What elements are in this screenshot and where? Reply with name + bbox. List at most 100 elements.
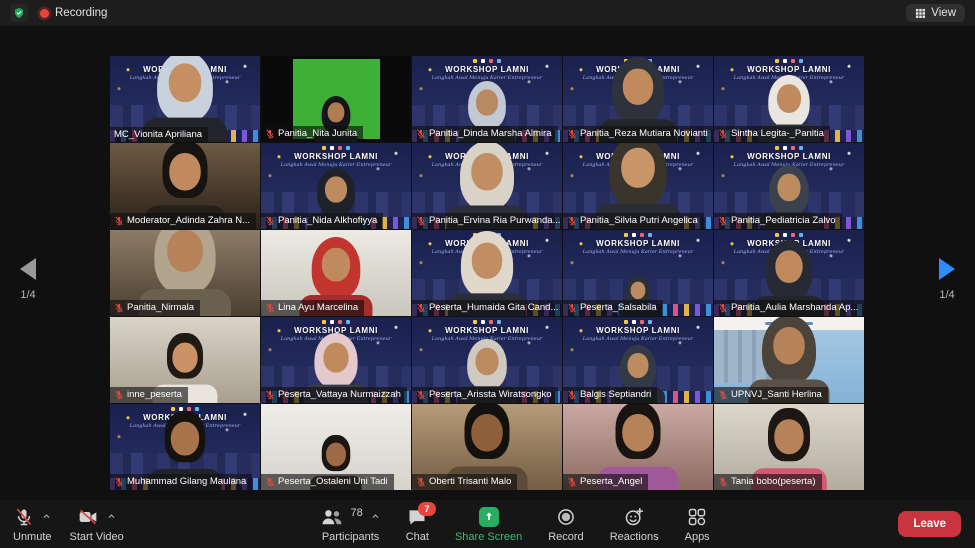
muted-mic-icon [416, 477, 426, 487]
avatar-face [322, 248, 350, 282]
name-tag: Panitia_Aulia Marshanda Ap... [714, 300, 864, 316]
muted-mic-icon [416, 303, 426, 313]
name-tag: Peserta_Angel [563, 474, 648, 490]
participant-name: Muhammad Gilang Maulana [127, 477, 246, 487]
participant-name: Peserta_Vattaya Nurmaizzah [278, 390, 401, 400]
participant-name: MC_Vionita Apriliana [114, 130, 202, 140]
muted-mic-icon [114, 477, 124, 487]
avatar-face [169, 63, 202, 102]
video-tile[interactable]: Panitia_Nirmala [110, 230, 260, 316]
top-bar: Recording View [0, 0, 975, 26]
name-tag: Peserta_Salsabila [563, 300, 663, 316]
virtual-bg-subtitle: Langkah Awal Menuju Karier Entrepreneur [563, 336, 713, 342]
security-shield-icon[interactable] [10, 4, 28, 22]
participant-name: Balgis Septiandri [580, 390, 651, 400]
meeting-toolbar: Unmute Start Video 78 Participants 7 Cha… [0, 500, 975, 548]
video-tile[interactable]: WORKSHOP LAMNILangkah Awal Menuju Karier… [563, 143, 713, 229]
apps-button[interactable]: Apps [676, 500, 719, 548]
grid-view-icon [915, 8, 926, 19]
virtual-bg-title: WORKSHOP LAMNI [563, 326, 713, 335]
video-tile[interactable]: Tania bobo(peserta) [714, 404, 864, 490]
avatar-face [775, 250, 802, 283]
video-tile[interactable]: WORKSHOP LAMNILangkah Awal Menuju Karier… [563, 317, 713, 403]
video-tile[interactable]: WORKSHOP LAMNILangkah Awal Menuju Karier… [412, 230, 562, 316]
video-tile[interactable]: Panitia_Nita Junita [261, 56, 411, 142]
virtual-bg-title: WORKSHOP LAMNI [714, 65, 864, 74]
muted-mic-icon [567, 216, 577, 226]
chat-button[interactable]: 7 Chat [397, 500, 438, 548]
participant-name: Peserta_Humaida Gita Cand... [429, 303, 558, 313]
video-tile[interactable]: WORKSHOP LAMNILangkah Awal Menuju Karier… [714, 143, 864, 229]
participant-name: inne_peserta [127, 390, 182, 400]
audio-options-caret[interactable] [42, 512, 51, 521]
avatar-face [328, 102, 345, 122]
participants-icon [321, 508, 343, 526]
video-tile[interactable]: Lina Ayu Marcelina [261, 230, 411, 316]
avatar-face [777, 174, 800, 202]
muted-mic-icon [718, 390, 728, 400]
video-tile[interactable]: Peserta_Angel [563, 404, 713, 490]
video-tile[interactable]: WORKSHOP LAMNILangkah Awal Menuju Karier… [714, 230, 864, 316]
leave-button[interactable]: Leave [898, 511, 961, 537]
next-page-arrow[interactable] [939, 258, 955, 280]
video-tile[interactable]: WORKSHOP LAMNILangkah Awal Menuju Karier… [563, 230, 713, 316]
name-tag: inne_peserta [110, 387, 188, 403]
muted-mic-icon [114, 303, 124, 313]
name-tag: Panitia_Nita Junita [261, 126, 363, 142]
video-tile[interactable]: inne_peserta [110, 317, 260, 403]
participants-label: Participants [322, 531, 379, 543]
record-button[interactable]: Record [539, 500, 592, 548]
avatar-face [631, 282, 646, 300]
virtual-bg-logos [261, 320, 411, 324]
view-button[interactable]: View [906, 4, 965, 22]
virtual-bg-title: WORKSHOP LAMNI [412, 65, 562, 74]
video-tile[interactable]: WORKSHOP LAMNILangkah Awal Menuju Karier… [261, 317, 411, 403]
avatar-face [475, 348, 498, 376]
participant-name: Peserta_Angel [580, 477, 642, 487]
name-tag: Balgis Septiandri [563, 387, 657, 403]
avatar-face [172, 343, 197, 373]
participant-name: Panitia_Nita Junita [278, 129, 357, 139]
start-video-button[interactable]: Start Video [61, 500, 133, 548]
video-tile[interactable]: WORKSHOP LAMNILangkah Awal Menuju Karier… [412, 317, 562, 403]
video-tile[interactable]: WORKSHOP LAMNILangkah Awal Menuju Karier… [563, 56, 713, 142]
avatar-face [476, 89, 498, 115]
video-tile[interactable]: Peserta_Ostaleni Uni Tadi [261, 404, 411, 490]
virtual-bg-logos [714, 146, 864, 150]
name-tag: Peserta_Ostaleni Uni Tadi [261, 474, 394, 490]
avatar-face [323, 343, 348, 373]
video-tile[interactable]: Moderator_Adinda Zahra N... [110, 143, 260, 229]
video-options-caret[interactable] [107, 512, 116, 521]
avatar-face [622, 414, 654, 452]
name-tag: Sintha Legita-_Panitia [714, 126, 830, 142]
apps-label: Apps [685, 531, 710, 543]
participants-button[interactable]: 78 Participants [312, 500, 388, 548]
virtual-bg-title: WORKSHOP LAMNI [714, 152, 864, 161]
participant-name: Tania bobo(peserta) [731, 477, 816, 487]
reactions-label: Reactions [610, 531, 659, 543]
video-tile[interactable]: WORKSHOP LAMNILangkah Awal Menuju Karier… [714, 56, 864, 142]
participant-name: Panitia_Nida Alkhofiyya [278, 216, 377, 226]
name-tag: Peserta_Arissta Wiratsongko [412, 387, 558, 403]
mic-muted-icon [14, 507, 34, 527]
video-tile[interactable]: WORKSHOP LAMNILangkah Awal Menuju Karier… [412, 143, 562, 229]
unmute-label: Unmute [13, 531, 52, 543]
video-tile[interactable]: WORKSHOP LAMNILangkah Awal Menuju Karier… [110, 404, 260, 490]
video-tile[interactable]: WORKSHOP LAMNILangkah Awal Menuju Karier… [110, 56, 260, 142]
video-tile[interactable]: Oberti Trisanti Malo [412, 404, 562, 490]
unmute-button[interactable]: Unmute [4, 500, 61, 548]
muted-mic-icon [114, 216, 124, 226]
video-tile[interactable]: UPNVJ_Santi Herlina [714, 317, 864, 403]
prev-page-control: 1/4 [6, 258, 50, 301]
muted-mic-icon [567, 129, 577, 139]
video-tile[interactable]: WORKSHOP LAMNILangkah Awal Menuju Karier… [261, 143, 411, 229]
video-tile[interactable]: WORKSHOP LAMNILangkah Awal Menuju Karier… [412, 56, 562, 142]
name-tag: Panitia_Reza Mutiara Novianti [563, 126, 713, 142]
participants-options-caret[interactable] [371, 512, 380, 521]
name-tag: Panitia_Dinda Marsha Almira [412, 126, 558, 142]
participants-count: 78 [350, 507, 362, 519]
share-screen-button[interactable]: Share Screen [446, 500, 531, 548]
reactions-button[interactable]: Reactions [601, 500, 668, 548]
prev-page-arrow[interactable] [20, 258, 36, 280]
virtual-bg-logos [412, 59, 562, 63]
